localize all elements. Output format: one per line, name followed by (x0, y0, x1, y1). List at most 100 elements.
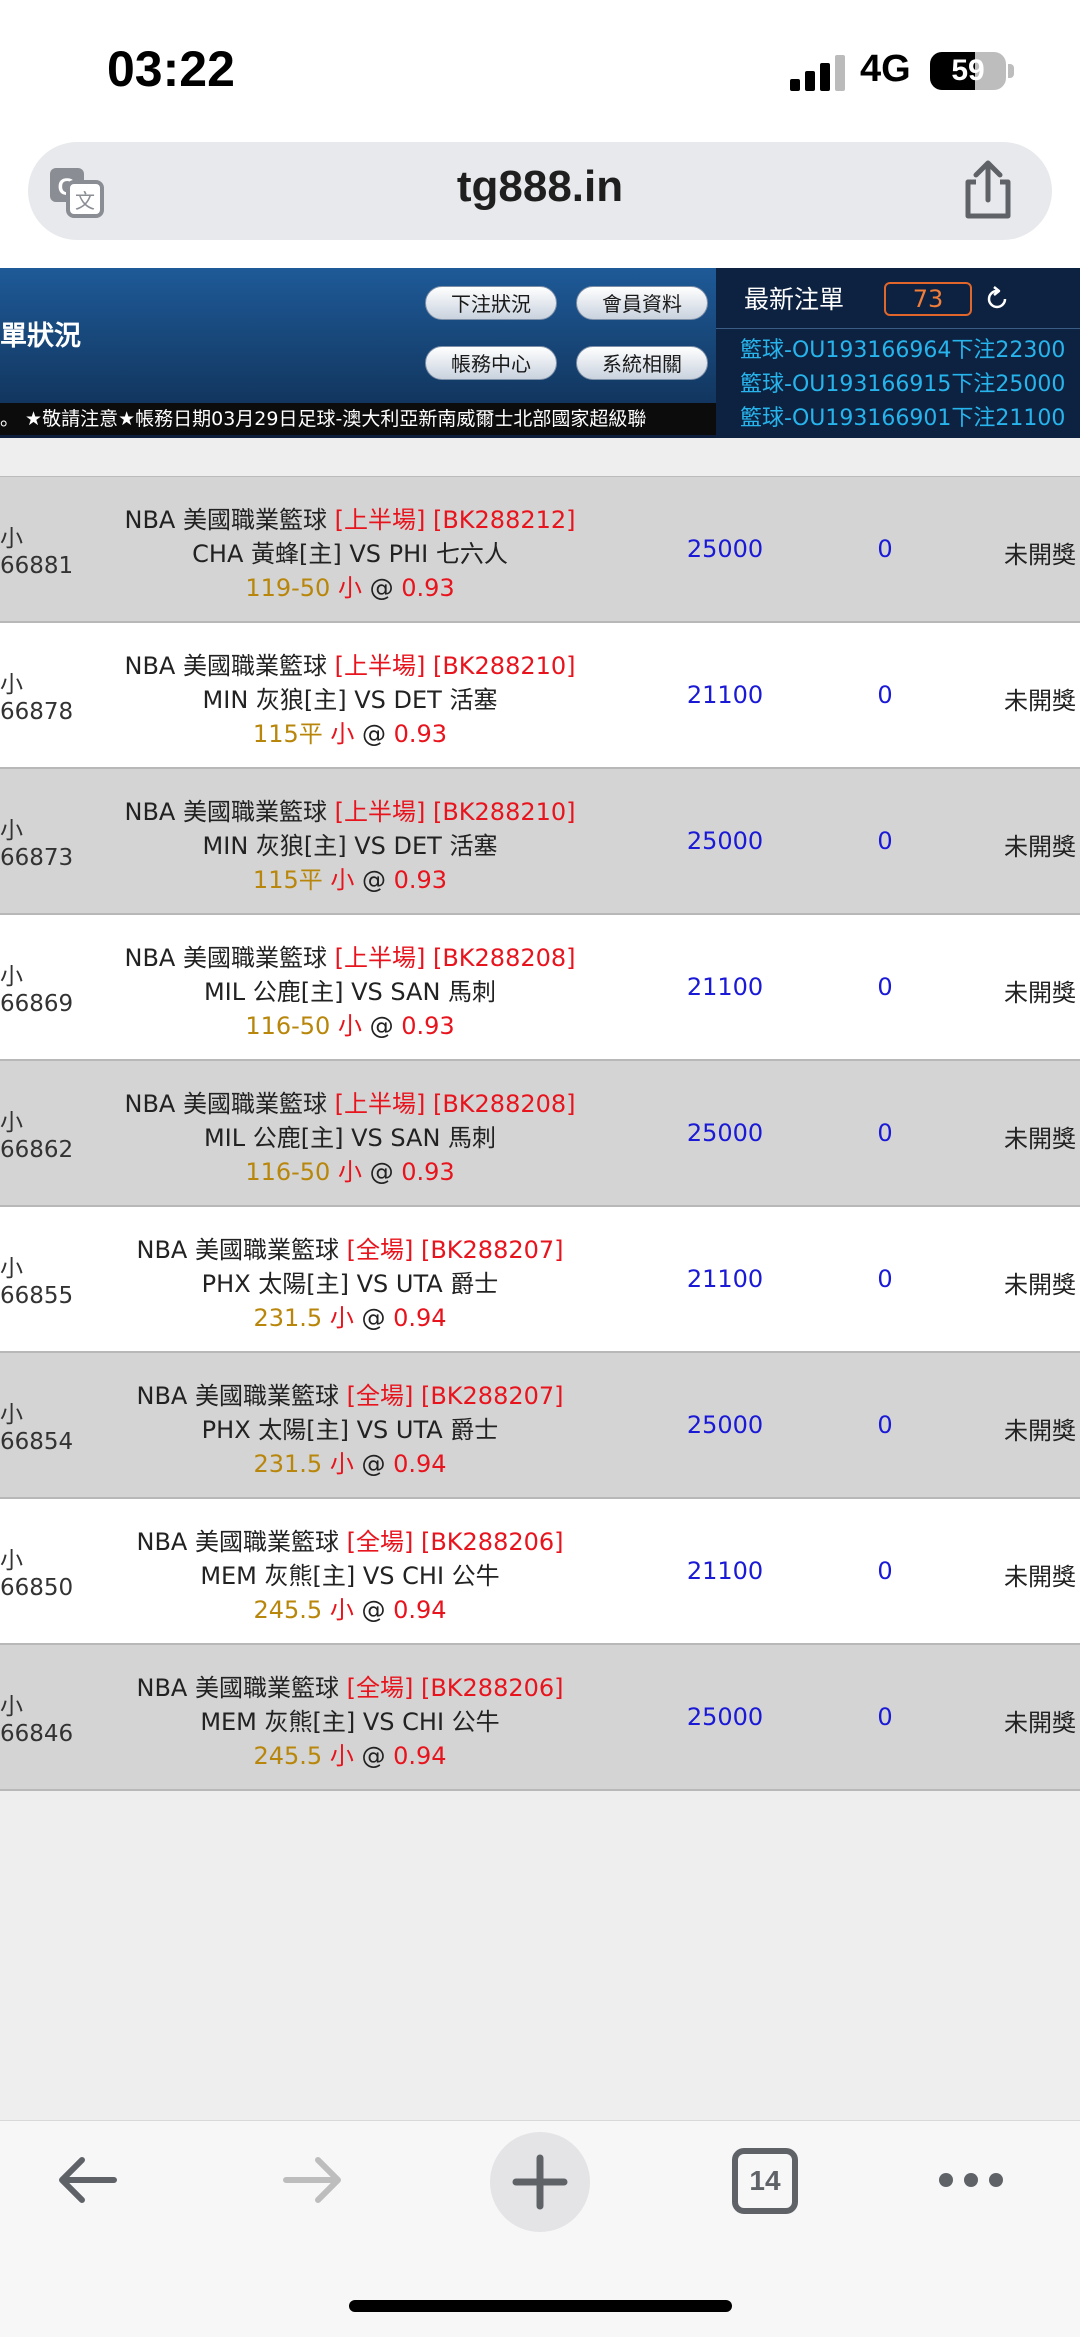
url-text[interactable]: tg888.in (0, 162, 1080, 212)
bet-pick: 小 (337, 1012, 362, 1040)
table-row[interactable]: 小 66854 NBA 美國職業籃球 [全場] [BK288207] PHX 太陽[主… (0, 1353, 1080, 1499)
table-row[interactable]: 小 66862 NBA 美國職業籃球 [上半場] [BK288208] MIL 公鹿[… (0, 1061, 1080, 1207)
system-button[interactable]: 系統相關 (576, 346, 708, 380)
bet-line: 245.5 (253, 1742, 323, 1770)
bet-id: 66873 (0, 845, 74, 871)
bet-id: 66854 (0, 1429, 74, 1455)
table-row[interactable]: 小 66873 NBA 美國職業籃球 [上半場] [BK288210] MIN 灰狼[… (0, 769, 1080, 915)
bet-status: 未開獎 (1004, 833, 1076, 861)
table-row[interactable]: 小 66855 NBA 美國職業籃球 [全場] [BK288207] PHX 太陽[主… (0, 1207, 1080, 1353)
league: NBA 美國職業籃球 (136, 1382, 339, 1410)
table-row[interactable]: 小 66846 NBA 美國職業籃球 [全場] [BK288206] MEM 灰熊[主… (0, 1645, 1080, 1791)
bet-amount: 21100 (686, 973, 764, 1001)
table-row[interactable]: 小 66878 NBA 美國職業籃球 [上半場] [BK288210] MIN 灰狼[… (0, 623, 1080, 769)
bet-status-button[interactable]: 下注狀況 (425, 286, 557, 320)
match-code: [BK288207] (420, 1236, 564, 1264)
site-header: 單狀況 下注狀況 會員資料 帳務中心 系統相關 。 ★敬請注意★帳務日期03月2… (0, 268, 1080, 438)
bet-detail: NBA 美國職業籃球 [上半場] [BK288210] MIN 灰狼[主] VS … (100, 795, 600, 897)
bet-amount: 25000 (686, 1703, 764, 1731)
bet-pick: 小 (330, 866, 355, 894)
status-bar: 03:22 4G 59 (0, 0, 1080, 138)
bet-odds: 0.93 (401, 574, 455, 602)
bet-odds: 0.93 (401, 1012, 455, 1040)
table-row[interactable]: 小 66881 NBA 美國職業籃球 [上半場] [BK288212] CHA 黃蜂[… (0, 477, 1080, 623)
bet-line: 245.5 (253, 1596, 323, 1624)
bet-detail: NBA 美國職業籃球 [全場] [BK288207] PHX 太陽[主] VS U… (100, 1379, 600, 1481)
bet-odds: 0.93 (393, 720, 448, 748)
match-code: [BK288207] (420, 1382, 564, 1410)
match-teams: CHA 黃蜂[主] VS PHI 七六人 (192, 540, 508, 568)
refresh-icon[interactable] (984, 286, 1010, 312)
bet-win: 0 (877, 1703, 893, 1731)
match-code: [BK288206] (420, 1674, 564, 1702)
period: [上半場] (334, 506, 426, 534)
bet-type: 小 (0, 1694, 23, 1720)
share-icon[interactable] (958, 158, 1018, 222)
battery-cap (1008, 64, 1014, 78)
match-teams: PHX 太陽[主] VS UTA 爵士 (201, 1416, 499, 1444)
latest-bets-title: 最新注單 (744, 285, 845, 314)
bet-win: 0 (877, 1411, 893, 1439)
bet-type: 小 (0, 1110, 23, 1136)
member-info-button[interactable]: 會員資料 (576, 286, 708, 320)
period: [上半場] (334, 944, 426, 972)
period: [全場] (346, 1236, 414, 1264)
bet-line: 116-50 (245, 1012, 331, 1040)
bet-status: 未開獎 (1004, 1271, 1076, 1299)
bet-id: 66855 (0, 1283, 74, 1309)
match-code: [BK288208] (432, 944, 576, 972)
bet-win: 0 (877, 681, 893, 709)
bet-amount: 25000 (686, 1411, 764, 1439)
latest-bet-line[interactable]: 籃球-OU193166901下注21100 (740, 400, 1080, 432)
bet-win: 0 (877, 1557, 893, 1585)
tabs-icon[interactable]: 14 (732, 2148, 798, 2214)
bet-id: 66862 (0, 1137, 74, 1163)
league: NBA 美國職業籃球 (136, 1236, 339, 1264)
bet-odds: 0.94 (393, 1304, 447, 1332)
bet-status: 未開獎 (1004, 1125, 1076, 1153)
period: [上半場] (334, 652, 426, 680)
bet-detail: NBA 美國職業籃球 [全場] [BK288207] PHX 太陽[主] VS U… (100, 1233, 600, 1335)
match-teams: MIL 公鹿[主] VS SAN 馬刺 (203, 978, 497, 1006)
forward-arrow-icon[interactable] (280, 2152, 346, 2208)
back-arrow-icon[interactable] (54, 2152, 120, 2208)
bet-pick: 小 (337, 574, 362, 602)
announcement-ticker[interactable]: 。 ★敬請注意★帳務日期03月29日足球-澳大利亞新南威爾士北部國家超級聯 (0, 403, 716, 435)
account-center-button[interactable]: 帳務中心 (425, 346, 557, 380)
bet-status: 未開獎 (1004, 687, 1076, 715)
bet-detail: NBA 美國職業籃球 [全場] [BK288206] MEM 灰熊[主] VS C… (100, 1671, 600, 1773)
match-teams: PHX 太陽[主] VS UTA 爵士 (201, 1270, 499, 1298)
league: NBA 美國職業籃球 (124, 1090, 327, 1118)
bet-status: 未開獎 (1004, 1417, 1076, 1445)
match-teams: MIN 灰狼[主] VS DET 活塞 (202, 832, 498, 860)
cellular-signal-icon (790, 55, 846, 91)
bet-pick: 小 (329, 1742, 354, 1770)
period: [上半場] (334, 1090, 426, 1118)
latest-bet-line[interactable]: 籃球-OU193166964下注22300 (740, 332, 1080, 364)
latest-bet-line[interactable]: 籃球-OU193166915下注25000 (740, 366, 1080, 398)
bet-type: 小 (0, 672, 23, 698)
battery-level: 59 (951, 54, 985, 87)
match-teams: MIL 公鹿[主] VS SAN 馬刺 (203, 1124, 497, 1152)
bet-line: 231.5 (253, 1304, 323, 1332)
match-code: [BK288206] (420, 1528, 564, 1556)
new-tab-plus-icon[interactable] (512, 2154, 568, 2210)
bet-odds: 0.94 (393, 1450, 447, 1478)
table-row[interactable]: 小 66869 NBA 美國職業籃球 [上半場] [BK288208] MIL 公鹿[… (0, 915, 1080, 1061)
period: [全場] (346, 1528, 414, 1556)
match-code: [BK288208] (432, 1090, 576, 1118)
league: NBA 美國職業籃球 (124, 798, 327, 826)
period: [全場] (346, 1674, 414, 1702)
bet-amount: 21100 (686, 1265, 764, 1293)
bet-detail: NBA 美國職業籃球 [上半場] [BK288210] MIN 灰狼[主] VS … (100, 649, 600, 751)
table-row[interactable]: 小 66850 NBA 美國職業籃球 [全場] [BK288206] MEM 灰熊[主… (0, 1499, 1080, 1645)
bet-id: 66869 (0, 991, 74, 1017)
bet-detail: NBA 美國職業籃球 [上半場] [BK288208] MIL 公鹿[主] VS … (100, 1087, 600, 1189)
bet-amount: 25000 (686, 827, 764, 855)
bet-detail: NBA 美國職業籃球 [上半場] [BK288212] CHA 黃蜂[主] VS … (100, 503, 600, 605)
bet-status: 未開獎 (1004, 979, 1076, 1007)
bet-amount: 21100 (686, 681, 764, 709)
more-icon[interactable] (936, 2168, 1006, 2192)
period: [上半場] (334, 798, 426, 826)
bet-id: 66846 (0, 1721, 74, 1747)
